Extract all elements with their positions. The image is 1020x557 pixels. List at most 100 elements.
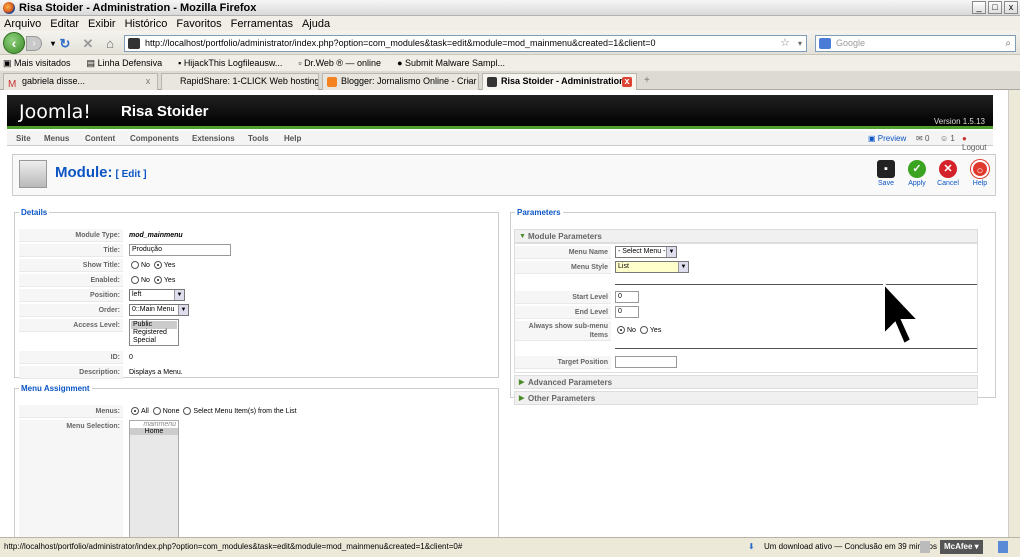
description-row: Description: Displays a Menu. (19, 366, 495, 379)
menu-favoritos[interactable]: Favoritos (176, 18, 221, 30)
back-button[interactable]: ‹ (3, 32, 25, 54)
maximize-button[interactable]: □ (988, 1, 1002, 14)
preview-link[interactable]: ▣ Preview (868, 134, 906, 143)
position-select[interactable]: left ▼ (129, 289, 185, 301)
url-dropdown-icon[interactable]: ▾ (798, 36, 802, 51)
tab-blogger[interactable]: Blogger: Jornalismo Online - Criar posta… (322, 73, 479, 90)
menu-exibir[interactable]: Exibir (88, 18, 116, 30)
chevron-down-icon: ▼ (666, 247, 676, 257)
menus-select-radio[interactable] (183, 407, 192, 416)
download-status[interactable]: Um download ativo — Conclusão em 39 minu… (764, 538, 937, 556)
id-row: ID: 0 (19, 351, 495, 364)
other-parameters-header[interactable]: ▶ Other Parameters (514, 391, 978, 405)
messages-count[interactable]: ✉ 0 (916, 134, 929, 143)
bookmarks-toolbar: ▣ Mais visitados ▤ Linha Defensiva ▪ Hij… (0, 55, 1020, 71)
bookmark-hijackthis[interactable]: ▪ HijackThis Logfileausw... (178, 58, 290, 68)
download-icon: ⬇ (748, 542, 755, 551)
save-icon: ▪ (877, 160, 895, 178)
browser-statusbar: http://localhost/portfolio/administrator… (0, 537, 1020, 557)
users-count[interactable]: ☺ 1 (940, 134, 955, 143)
menu-editar[interactable]: Editar (50, 18, 79, 30)
separator (615, 348, 977, 349)
search-placeholder: Google (836, 38, 866, 48)
bookmark-star-icon[interactable]: ☆ (780, 36, 790, 51)
menu-content[interactable]: Content (85, 134, 115, 143)
menu-name-select[interactable]: - Select Menu - ▼ (615, 246, 677, 258)
access-option-public[interactable]: Public (131, 321, 177, 329)
reload-icon[interactable]: ↻ (57, 36, 73, 51)
logout-link[interactable]: ● Logout (962, 134, 993, 152)
menu-extensions[interactable]: Extensions (192, 134, 235, 143)
module-parameters-header[interactable]: ▼ Module Parameters (514, 229, 978, 243)
start-level-input[interactable]: 0 (615, 291, 639, 303)
show-title-no-radio[interactable] (131, 261, 139, 270)
menu-components[interactable]: Components (130, 134, 179, 143)
menus-none-radio[interactable] (152, 407, 161, 416)
tab-gmail[interactable]: M gabriela disse... x (3, 73, 158, 90)
bookmark-linha-defensiva[interactable]: ▤ Linha Defensiva (87, 58, 171, 69)
search-icon[interactable]: ⌕ (1005, 36, 1011, 51)
show-sub-yes-radio[interactable] (639, 326, 648, 335)
site-favicon (128, 38, 140, 49)
menu-ajuda[interactable]: Ajuda (302, 18, 330, 30)
access-level-list[interactable]: Public Registered Special (129, 319, 179, 346)
tab-strip: M gabriela disse... x RapidShare: 1-CLIC… (0, 71, 1020, 90)
expanded-icon: ▼ (519, 233, 526, 240)
menu-ferramentas[interactable]: Ferramentas (231, 18, 293, 30)
home-icon[interactable]: ⌂ (102, 36, 118, 51)
order-row: Order: 0::Main Menu ▼ (19, 304, 495, 317)
bookmark-drweb[interactable]: ▫ Dr.Web ® — online (298, 58, 389, 68)
stop-icon[interactable]: ✕ (80, 36, 96, 51)
tab-rapidshare[interactable]: RapidShare: 1-CLICK Web hosting - Ea... … (161, 73, 319, 90)
joomla-favicon (487, 77, 497, 87)
tab-close-icon[interactable]: x (304, 77, 314, 87)
tab-close-icon[interactable]: x (622, 77, 632, 87)
page-content: Joomla! Risa Stoider Version 1.5.13 Site… (0, 90, 1008, 537)
menu-historico[interactable]: Histórico (125, 18, 168, 30)
menu-help[interactable]: Help (284, 134, 301, 143)
show-sub-no-radio[interactable] (617, 326, 625, 335)
bookmark-mais-visitados[interactable]: ▣ Mais visitados (3, 58, 79, 69)
details-legend: Details (21, 208, 48, 217)
title-input[interactable]: Produção (129, 244, 231, 256)
cancel-button[interactable]: ✕ Cancel (933, 160, 963, 187)
access-option-special[interactable]: Special (131, 337, 177, 345)
menu-selection-list[interactable]: mainmenu Home (129, 420, 179, 537)
forward-button[interactable]: › (26, 36, 42, 51)
enabled-no-radio[interactable] (131, 276, 139, 285)
new-tab-button[interactable]: + (644, 75, 650, 86)
parameters-fieldset: Parameters ▼ Module Parameters Menu Name … (510, 208, 996, 405)
bookmark-submit-malware[interactable]: ● Submit Malware Sampl... (397, 58, 513, 68)
close-window-button[interactable]: x (1004, 1, 1018, 14)
tab-close-icon[interactable]: x (143, 77, 153, 87)
window-titlebar: Risa Stoider - Administration - Mozilla … (0, 0, 1020, 16)
menu-tools[interactable]: Tools (248, 134, 269, 143)
order-select[interactable]: 0::Main Menu ▼ (129, 304, 189, 316)
advanced-parameters-header[interactable]: ▶ Advanced Parameters (514, 375, 978, 389)
end-level-input[interactable]: 0 (615, 306, 639, 318)
help-button[interactable]: ○ Help (965, 160, 995, 187)
save-button[interactable]: ▪ Save (871, 160, 901, 187)
url-bar[interactable]: http://localhost/portfolio/administrator… (124, 35, 807, 52)
title-row: Title: Produção (19, 244, 495, 257)
access-option-registered[interactable]: Registered (131, 329, 177, 337)
collapsed-icon: ▶ (519, 395, 525, 402)
joomla-menu: Site Menus Content Components Extensions… (7, 131, 993, 152)
menu-menus[interactable]: Menus (44, 134, 69, 143)
show-title-yes-radio[interactable] (153, 261, 162, 270)
menu-arquivo[interactable]: Arquivo (4, 18, 41, 30)
menus-all-radio[interactable] (131, 407, 139, 416)
search-bar[interactable]: Google ⌕ (815, 35, 1016, 52)
apply-button[interactable]: ✓ Apply (902, 160, 932, 187)
mcafee-button[interactable]: McAfee ▾ (940, 540, 983, 554)
enabled-yes-radio[interactable] (153, 276, 162, 285)
menu-style-select[interactable]: List ▼ (615, 261, 689, 273)
target-position-input[interactable] (615, 356, 677, 368)
menu-site[interactable]: Site (16, 134, 31, 143)
minimize-button[interactable]: _ (972, 1, 986, 14)
tab-risa-stoider[interactable]: Risa Stoider - Administration x (482, 73, 637, 90)
menu-item-home[interactable]: Home (130, 428, 178, 435)
tab-close-icon[interactable]: x (464, 77, 474, 87)
menu-assignment-fieldset: Menu Assignment Menus: All None Select M… (14, 384, 499, 537)
vertical-scrollbar[interactable] (1008, 90, 1020, 537)
